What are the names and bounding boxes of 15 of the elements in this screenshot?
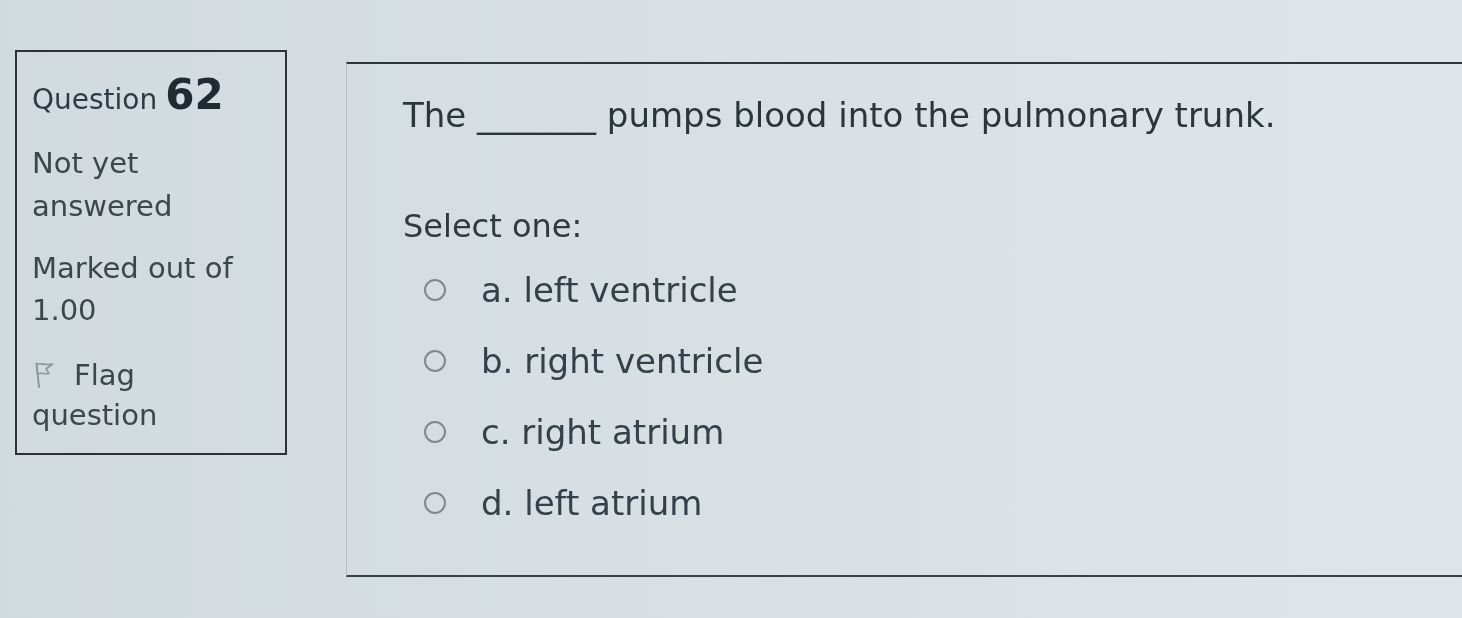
radio-button[interactable]: [424, 278, 446, 301]
radio-button[interactable]: [424, 420, 446, 443]
flag-question-link[interactable]: Flag question: [32, 355, 258, 435]
question-grade: Marked out of 1.00: [32, 250, 235, 329]
question-number: 62: [165, 72, 224, 118]
question-state: Not yet answered: [32, 145, 174, 225]
option-label[interactable]: d. left atrium: [481, 480, 703, 525]
option-label[interactable]: b. right ventricle: [481, 338, 764, 383]
option-label[interactable]: a. left ventricle: [481, 267, 738, 312]
question-label: Question: [32, 82, 158, 118]
select-prompt: Select one:: [403, 206, 584, 246]
radio-button[interactable]: [424, 349, 446, 372]
question-text: The _______ pumps blood into the pulmonary trunk.: [403, 94, 1277, 137]
option-label[interactable]: c. right atrium: [481, 409, 725, 454]
radio-button[interactable]: [424, 491, 446, 514]
